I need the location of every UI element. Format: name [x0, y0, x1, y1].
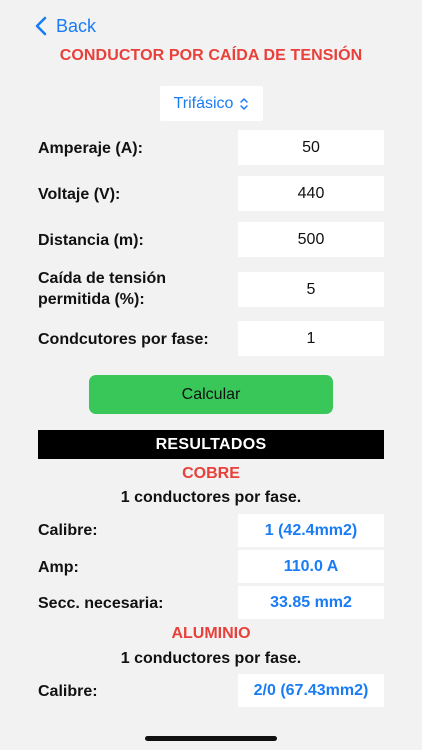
voltaje-field[interactable]: 440	[238, 176, 384, 211]
aluminio-calibre-label: Calibre:	[38, 683, 98, 700]
back-label: Back	[56, 15, 97, 36]
amperaje-label: Amperaje (A):	[38, 140, 143, 157]
amperaje-field[interactable]: 50	[238, 130, 384, 165]
cobre-title: COBRE	[182, 465, 240, 482]
cobre-calibre-label: Calibre:	[38, 522, 98, 539]
page-title: CONDUCTOR POR CAÍDA DE TENSIÓN	[59, 47, 363, 64]
phase-select[interactable]: Trifásico	[160, 86, 263, 121]
caida-field[interactable]: 5	[238, 272, 384, 307]
caida-label: Caída de tensión permitida (%):	[38, 268, 166, 310]
cobre-note: 1 conductores por fase.	[120, 489, 302, 506]
cobre-amp-label: Amp:	[38, 559, 79, 576]
home-indicator[interactable]	[145, 736, 277, 741]
phase-select-value: Trifásico	[173, 94, 234, 112]
chevron-up-down-icon	[240, 97, 249, 110]
distancia-label: Distancia (m):	[38, 232, 144, 249]
chevron-left-icon	[35, 16, 47, 36]
aluminio-title: ALUMINIO	[171, 625, 251, 642]
caida-label-line2: permitida (%):	[38, 291, 145, 308]
conductores-field[interactable]: 1	[238, 321, 384, 356]
aluminio-calibre-value: 2/0 (67.43mm2)	[238, 674, 384, 707]
cobre-secc-label: Secc. necesaria:	[38, 595, 164, 612]
aluminio-note: 1 conductores por fase.	[120, 650, 302, 667]
distancia-field[interactable]: 500	[238, 222, 384, 257]
conductores-label: Condcutores por fase:	[38, 331, 209, 348]
cobre-secc-value: 33.85 mm2	[238, 586, 384, 619]
cobre-amp-value: 110.0 A	[238, 550, 384, 583]
results-header: RESULTADOS	[38, 430, 384, 459]
calcular-button[interactable]: Calcular	[89, 375, 333, 414]
cobre-calibre-value: 1 (42.4mm2)	[238, 514, 384, 547]
caida-label-line1: Caída de tensión	[38, 270, 167, 287]
voltaje-label: Voltaje (V):	[38, 186, 121, 203]
back-button[interactable]: Back	[34, 14, 96, 38]
